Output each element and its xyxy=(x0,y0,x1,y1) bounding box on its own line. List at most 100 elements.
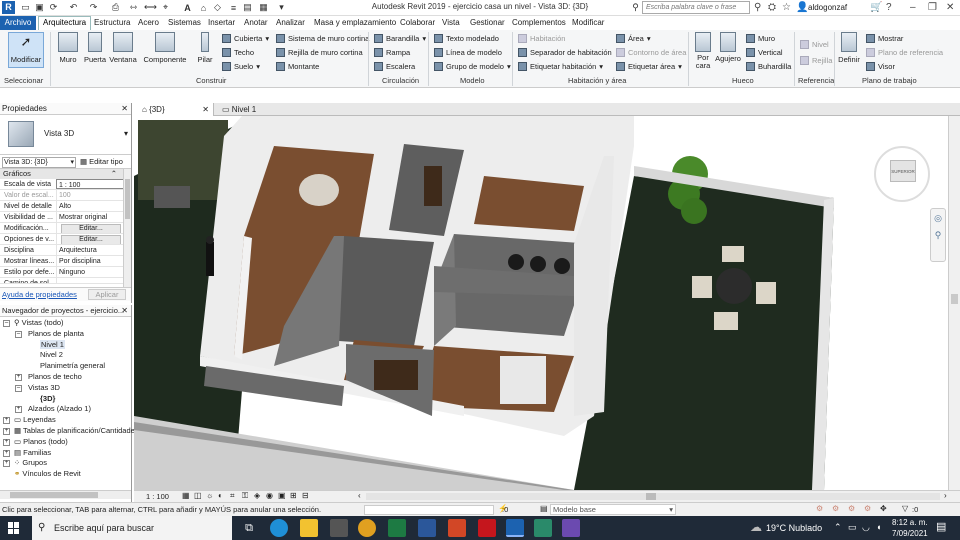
reveal-hidden-icon[interactable]: ◉ xyxy=(266,491,273,500)
switch-windows-icon[interactable]: ▦ xyxy=(258,2,269,13)
area-button[interactable]: Área ▾ xyxy=(616,34,651,43)
prop-row[interactable]: Valor de escal... 100 xyxy=(0,190,131,201)
analytical-icon[interactable]: ⊞ xyxy=(290,491,297,500)
collapse-icon[interactable]: – xyxy=(15,384,22,392)
house-model-render[interactable] xyxy=(134,116,948,490)
cubierta-button[interactable]: Cubierta ▾ xyxy=(222,34,269,43)
app-icon[interactable] xyxy=(562,519,580,537)
tab-vista[interactable]: Vista xyxy=(438,17,464,29)
chrome-icon[interactable] xyxy=(358,519,376,537)
tab-modificar[interactable]: Modificar xyxy=(568,17,608,29)
texto-modelado-button[interactable]: Texto modelado xyxy=(434,34,499,43)
tray-chevron-icon[interactable]: ⌃ xyxy=(834,522,842,533)
constraints-icon[interactable]: ⊟ xyxy=(302,491,309,500)
design-option-select[interactable]: Modelo base ▾ xyxy=(550,504,676,515)
contorno-area-button[interactable]: Contorno de área xyxy=(616,48,686,57)
visor-button[interactable]: Visor xyxy=(866,62,895,71)
tab-sistemas[interactable]: Sistemas xyxy=(164,17,205,29)
edit-type-button[interactable]: ▦ Editar tipo xyxy=(80,157,123,166)
help-icon[interactable]: ? xyxy=(886,2,892,13)
tab-masa[interactable]: Masa y emplazamiento xyxy=(310,17,400,29)
linea-modelo-button[interactable]: Línea de modelo xyxy=(434,48,502,57)
expand-icon[interactable]: + xyxy=(3,438,10,446)
por-cara-button[interactable]: Por cara xyxy=(692,32,714,70)
prop-value[interactable]: 1 : 100 xyxy=(56,179,131,189)
text-icon[interactable]: A xyxy=(182,2,193,13)
prop-row[interactable]: Nivel de detalle Alto xyxy=(0,201,131,212)
tree-item-planimetria[interactable]: Planimetría general xyxy=(0,361,131,372)
tab-nivel-1[interactable]: ▭ Nivel 1 xyxy=(214,103,264,116)
prop-row[interactable]: Estilo por defe... Ninguno xyxy=(0,267,131,278)
mostrar-button[interactable]: Mostrar xyxy=(866,34,903,43)
user-icon[interactable]: 👤 xyxy=(796,2,808,13)
tab-insertar[interactable]: Insertar xyxy=(204,17,239,29)
customize-icon[interactable]: ▾ xyxy=(276,2,287,13)
sistema-muro-cortina-button[interactable]: Sistema de muro cortina xyxy=(276,34,369,43)
filter-count-icon[interactable]: ▽ xyxy=(902,504,908,513)
componente-button[interactable]: Componente xyxy=(142,32,188,64)
clock-time[interactable]: 8:12 a. m. xyxy=(892,518,928,527)
prop-row[interactable]: Mostrar líneas... Por disciplina xyxy=(0,256,131,267)
tree-item-planos-planta[interactable]: – Planos de planta xyxy=(0,329,131,340)
excel-icon[interactable] xyxy=(388,519,406,537)
tab-anotar[interactable]: Anotar xyxy=(240,17,272,29)
viewport-hscrollbar[interactable] xyxy=(366,493,940,500)
prop-row[interactable]: Disciplina Arquitectura xyxy=(0,245,131,256)
tree-item-vinculos[interactable]: ⚭ Vínculos de Revit xyxy=(0,469,131,480)
expand-icon[interactable]: + xyxy=(3,427,10,435)
tree-item-planos-techo[interactable]: + Planos de techo xyxy=(0,372,131,383)
tab-analizar[interactable]: Analizar xyxy=(272,17,309,29)
panel-construir[interactable]: Construir xyxy=(196,76,226,85)
expand-icon[interactable]: + xyxy=(3,449,10,457)
redo-icon[interactable]: ↷ xyxy=(88,2,99,13)
select-pinned-icon[interactable]: ⚙ xyxy=(848,504,855,513)
subscription-icon[interactable]: ⛭ xyxy=(768,2,776,13)
select-by-face-icon[interactable]: ⚙ xyxy=(864,504,871,513)
restore-icon[interactable]: ❐ xyxy=(928,2,937,13)
measure-icon[interactable]: ⇿ xyxy=(128,2,139,13)
close-icon[interactable]: ✕ xyxy=(202,103,209,116)
cart-icon[interactable]: 🛒 xyxy=(870,2,882,13)
tree-item-vistas-3d[interactable]: – Vistas 3D xyxy=(0,383,131,394)
autocad-icon[interactable] xyxy=(534,519,552,537)
barandilla-button[interactable]: Barandilla ▾ xyxy=(374,34,426,43)
acrobat-icon[interactable] xyxy=(478,519,496,537)
muro-button[interactable]: Muro xyxy=(56,32,80,64)
task-view-icon[interactable]: ⧉ xyxy=(240,519,258,537)
tree-item-nivel-1[interactable]: Nivel 1 xyxy=(0,339,131,351)
type-selector[interactable]: Vista 3D ▾ xyxy=(0,115,131,155)
tray-volume-icon[interactable]: ◖ xyxy=(876,522,881,532)
definir-button[interactable]: Definir xyxy=(836,32,862,64)
habitacion-button[interactable]: Habitación xyxy=(518,34,565,43)
taskbar-search[interactable]: ⚲ Escribe aquí para buscar xyxy=(32,516,232,540)
panel-plano-trabajo[interactable]: Plano de trabajo xyxy=(862,76,917,85)
expand-icon[interactable]: + xyxy=(3,460,10,468)
etiquetar-habitacion-button[interactable]: Etiquetar habitación ▾ xyxy=(518,62,603,71)
properties-help-link[interactable]: Ayuda de propiedades xyxy=(2,290,77,299)
tray-wifi-icon[interactable]: ◡ xyxy=(862,522,870,533)
close-icon[interactable]: ✕ xyxy=(121,305,128,317)
drag-elements-icon[interactable]: ✥ xyxy=(880,504,887,513)
tab-complementos[interactable]: Complementos xyxy=(508,17,570,29)
print-icon[interactable]: ⎙ xyxy=(110,2,121,13)
weather-text[interactable]: 19°C Nublado xyxy=(766,523,822,533)
apply-button[interactable]: Aplicar xyxy=(88,289,126,300)
favorites-icon[interactable]: ☆ xyxy=(782,2,791,13)
ventana-button[interactable]: Ventana xyxy=(108,32,138,64)
dimension-icon[interactable]: ⟷ xyxy=(144,2,157,13)
tab-3d-view[interactable]: ⌂ {3D} ✕ xyxy=(134,103,214,116)
edit-display-button[interactable]: Editar... xyxy=(61,235,121,244)
word-icon[interactable] xyxy=(418,519,436,537)
vertical-button[interactable]: Vertical xyxy=(746,48,783,57)
minimize-icon[interactable]: – xyxy=(910,2,916,13)
tab-colaborar[interactable]: Colaborar xyxy=(396,17,439,29)
worksets-field[interactable] xyxy=(364,505,494,515)
search-options-icon[interactable]: ⚲ xyxy=(630,2,641,13)
save-icon[interactable]: ▣ xyxy=(34,2,45,13)
etiquetar-area-button[interactable]: Etiquetar área ▾ xyxy=(616,62,682,71)
tray-network-icon[interactable]: ▭ xyxy=(848,522,857,533)
buhardilla-button[interactable]: Buhardilla xyxy=(746,62,791,71)
group-graficos[interactable]: Gráficos ⌃ xyxy=(0,169,131,179)
shadows-icon[interactable]: ◐ xyxy=(218,491,223,500)
separador-habitacion-button[interactable]: Separador de habitación xyxy=(518,48,612,57)
